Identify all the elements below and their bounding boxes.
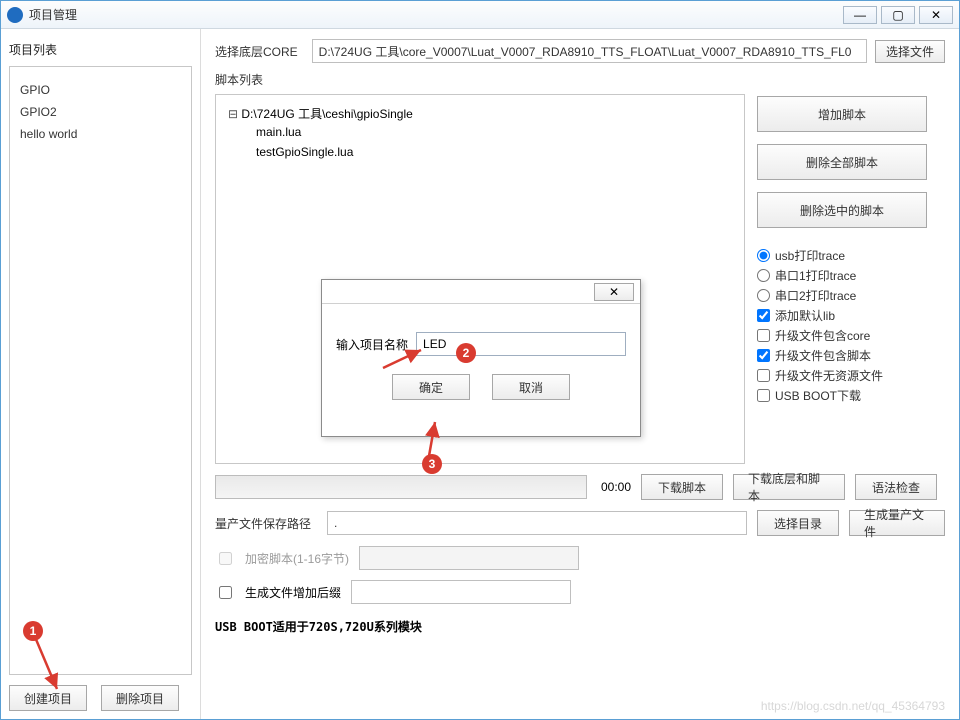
core-label: 选择底层CORE xyxy=(215,43,298,60)
tree-item[interactable]: testGpioSingle.lua xyxy=(228,142,732,162)
annotation-arrow-2 xyxy=(379,342,439,372)
close-button[interactable]: ✕ xyxy=(919,6,953,24)
project-name-input[interactable] xyxy=(416,332,626,356)
syntax-check-button[interactable]: 语法检查 xyxy=(855,474,937,500)
upgrade-includes-core-check[interactable]: 升级文件包含core xyxy=(757,327,945,344)
download-row: 00:00 下载脚本 下载底层和脚本 语法检查 xyxy=(215,474,945,500)
delete-selected-script-button[interactable]: 删除选中的脚本 xyxy=(757,192,927,228)
annotation-marker-3: 3 xyxy=(422,454,442,474)
download-script-button[interactable]: 下载脚本 xyxy=(641,474,723,500)
upgrade-includes-core-label: 升级文件包含core xyxy=(775,327,870,344)
script-side-actions: 增加脚本 删除全部脚本 删除选中的脚本 usb打印trace 串口1打印trac… xyxy=(757,94,945,464)
choose-core-file-button[interactable]: 选择文件 xyxy=(875,40,945,63)
close-icon: ✕ xyxy=(931,8,941,22)
serial1-trace-label: 串口1打印trace xyxy=(775,267,856,284)
maximize-icon: ▢ xyxy=(892,8,903,22)
gen-suffix-label: 生成文件增加后缀 xyxy=(245,584,341,601)
usb-boot-checkbox[interactable] xyxy=(757,389,770,402)
serial1-trace-radio-input[interactable] xyxy=(757,269,770,282)
window-controls: — ▢ ✕ xyxy=(843,6,953,24)
download-core-and-script-button[interactable]: 下载底层和脚本 xyxy=(733,474,845,500)
upgrade-includes-core-checkbox[interactable] xyxy=(757,329,770,342)
core-path-input[interactable] xyxy=(312,39,867,63)
usb-trace-radio[interactable]: usb打印trace xyxy=(757,247,945,264)
annotation-marker-1: 1 xyxy=(23,621,43,641)
app-window: 项目管理 — ▢ ✕ 项目列表 GPIO GPIO2 hello world 创… xyxy=(0,0,960,720)
add-script-button[interactable]: 增加脚本 xyxy=(757,96,927,132)
usb-boot-label: USB BOOT下载 xyxy=(775,387,861,404)
annotation-arrow-3 xyxy=(405,416,445,460)
mass-path-label: 量产文件保存路径 xyxy=(215,515,311,532)
new-project-dialog: ✕ 输入项目名称 确定 取消 xyxy=(321,279,641,437)
gen-suffix-input[interactable] xyxy=(351,580,571,604)
titlebar: 项目管理 — ▢ ✕ xyxy=(1,1,959,29)
progress-bar xyxy=(215,475,587,499)
encrypt-row: 加密脚本(1-16字节) xyxy=(215,546,945,570)
progress-time: 00:00 xyxy=(601,480,631,494)
usb-boot-message: USB BOOT适用于720S,720U系列模块 xyxy=(215,618,945,635)
usb-boot-check[interactable]: USB BOOT下载 xyxy=(757,387,945,404)
app-icon xyxy=(7,7,23,23)
add-default-lib-check[interactable]: 添加默认lib xyxy=(757,307,945,324)
watermark: https://blog.csdn.net/qq_45364793 xyxy=(761,699,945,713)
upgrade-no-resource-checkbox[interactable] xyxy=(757,369,770,382)
serial1-trace-radio[interactable]: 串口1打印trace xyxy=(757,267,945,284)
upgrade-no-resource-check[interactable]: 升级文件无资源文件 xyxy=(757,367,945,384)
minimize-icon: — xyxy=(854,8,866,22)
gen-suffix-checkbox[interactable] xyxy=(219,586,232,599)
project-list[interactable]: GPIO GPIO2 hello world xyxy=(9,66,192,675)
delete-all-scripts-button[interactable]: 删除全部脚本 xyxy=(757,144,927,180)
dialog-body: 输入项目名称 确定 取消 xyxy=(322,304,640,410)
project-list-heading: 项目列表 xyxy=(9,37,192,66)
window-title: 项目管理 xyxy=(29,6,77,23)
generate-mass-file-button[interactable]: 生成量产文件 xyxy=(849,510,945,536)
upgrade-includes-script-check[interactable]: 升级文件包含脚本 xyxy=(757,347,945,364)
serial2-trace-radio-input[interactable] xyxy=(757,289,770,302)
usb-trace-label: usb打印trace xyxy=(775,247,845,264)
add-default-lib-checkbox[interactable] xyxy=(757,309,770,322)
script-list-heading: 脚本列表 xyxy=(215,71,945,88)
tree-root[interactable]: D:\724UG 工具\ceshi\gpioSingle xyxy=(228,105,732,122)
tree-item[interactable]: main.lua xyxy=(228,122,732,142)
encrypt-checkbox xyxy=(219,552,232,565)
mass-row: 量产文件保存路径 选择目录 生成量产文件 xyxy=(215,510,945,536)
serial2-trace-radio[interactable]: 串口2打印trace xyxy=(757,287,945,304)
suffix-row: 生成文件增加后缀 xyxy=(215,580,945,604)
dialog-titlebar: ✕ xyxy=(322,280,640,304)
dialog-ok-button[interactable]: 确定 xyxy=(392,374,470,400)
encrypt-label: 加密脚本(1-16字节) xyxy=(245,550,349,567)
add-default-lib-label: 添加默认lib xyxy=(775,307,835,324)
core-row: 选择底层CORE 选择文件 xyxy=(215,39,945,63)
dialog-close-button[interactable]: ✕ xyxy=(594,283,634,301)
upgrade-includes-script-checkbox[interactable] xyxy=(757,349,770,362)
minimize-button[interactable]: — xyxy=(843,6,877,24)
upgrade-includes-script-label: 升级文件包含脚本 xyxy=(775,347,871,364)
usb-trace-radio-input[interactable] xyxy=(757,249,770,262)
maximize-button[interactable]: ▢ xyxy=(881,6,915,24)
project-item[interactable]: GPIO2 xyxy=(20,101,181,123)
project-item[interactable]: GPIO xyxy=(20,79,181,101)
project-item[interactable]: hello world xyxy=(20,123,181,145)
choose-mass-dir-button[interactable]: 选择目录 xyxy=(757,510,839,536)
annotation-arrow-1 xyxy=(31,633,71,699)
close-icon: ✕ xyxy=(609,285,619,299)
annotation-marker-2: 2 xyxy=(456,343,476,363)
upgrade-no-resource-label: 升级文件无资源文件 xyxy=(775,367,883,384)
left-pane: 项目列表 GPIO GPIO2 hello world 创建项目 删除项目 xyxy=(1,29,201,719)
serial2-trace-label: 串口2打印trace xyxy=(775,287,856,304)
dialog-cancel-button[interactable]: 取消 xyxy=(492,374,570,400)
mass-path-input[interactable] xyxy=(327,511,747,535)
encrypt-input xyxy=(359,546,579,570)
delete-project-button[interactable]: 删除项目 xyxy=(101,685,179,711)
